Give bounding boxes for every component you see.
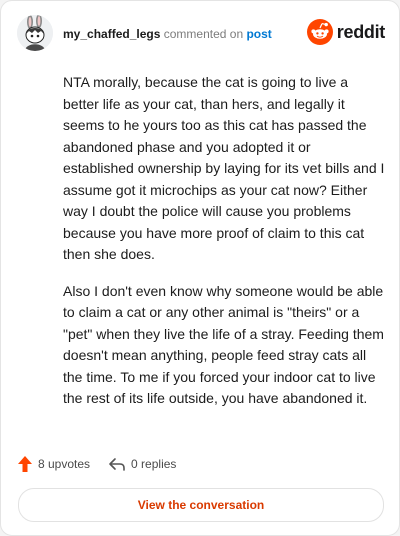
comment-paragraph-1: NTA morally, because the cat is going to… (63, 74, 385, 262)
comment-footer: 8 upvotes 0 replies (17, 453, 194, 475)
upvote-arrow-icon (18, 456, 32, 472)
reddit-brand[interactable]: reddit (306, 19, 386, 45)
snoo-avatar-icon (17, 15, 53, 51)
comment-embed-card: my_chaffed_legs commented on post reddit… (0, 0, 400, 536)
user-avatar[interactable] (17, 15, 53, 51)
replies-count: 0 replies (131, 457, 177, 471)
comment-paragraph-2: Also I don't even know why someone would… (63, 282, 384, 407)
post-link[interactable]: post (246, 27, 271, 41)
reddit-logo-icon (306, 19, 333, 45)
replies-stat[interactable]: 0 replies (108, 456, 176, 472)
byline: my_chaffed_legs commented on post (63, 27, 272, 41)
upvotes-count: 8 upvotes (38, 457, 91, 471)
username-link[interactable]: my_chaffed_legs (63, 27, 160, 41)
comment-body: NTA morally, because the cat is going to… (63, 72, 385, 425)
commented-on-text: commented on (163, 27, 244, 41)
view-conversation-button[interactable]: View the conversation (18, 488, 384, 522)
comment-header: my_chaffed_legs commented on post reddit (17, 15, 385, 55)
upvotes-stat[interactable]: 8 upvotes (17, 455, 90, 473)
reddit-wordmark: reddit (336, 21, 386, 42)
reply-arrow-icon (109, 458, 125, 471)
